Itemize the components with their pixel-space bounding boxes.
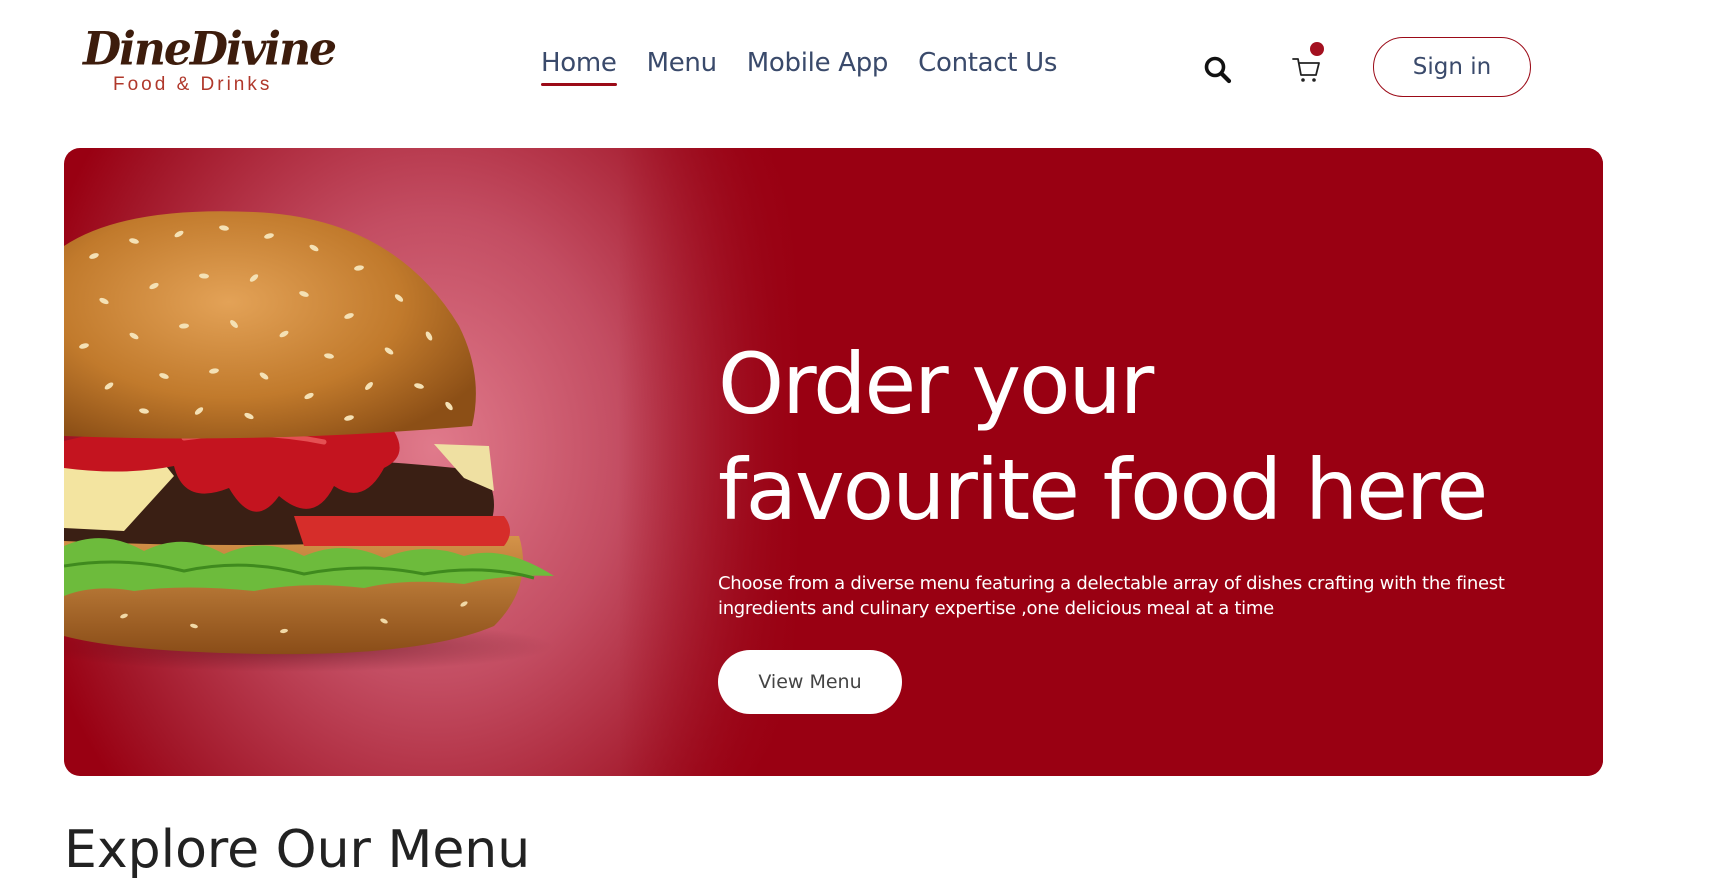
hero-title-line-2: favourite food here xyxy=(718,441,1488,539)
hero-description: Choose from a diverse menu featuring a d… xyxy=(718,571,1518,621)
hero-description-line-2: ingredients and culinary expertise ,one … xyxy=(718,598,1274,619)
sign-in-button[interactable]: Sign in xyxy=(1373,37,1531,97)
cart-icon[interactable] xyxy=(1289,50,1327,88)
nav-item-contact-us[interactable]: Contact Us xyxy=(918,48,1057,84)
search-icon[interactable] xyxy=(1203,55,1233,85)
brand-logo[interactable]: DineDivine Food & Drinks xyxy=(83,22,337,95)
nav-item-home[interactable]: Home xyxy=(541,48,617,86)
explore-menu-heading: Explore Our Menu xyxy=(64,820,531,880)
main-nav: Home Menu Mobile App Contact Us xyxy=(541,48,1057,86)
hero-title-line-1: Order your xyxy=(718,335,1154,433)
hero-description-line-1: Choose from a diverse menu featuring a d… xyxy=(718,573,1505,594)
nav-item-mobile-app[interactable]: Mobile App xyxy=(747,48,889,84)
burger-image xyxy=(64,211,554,672)
hero-banner: Order your favourite food here Choose fr… xyxy=(64,148,1603,776)
hero-title: Order your favourite food here xyxy=(718,331,1568,543)
nav-item-menu[interactable]: Menu xyxy=(647,48,717,84)
brand-name: DineDivine xyxy=(83,22,337,77)
view-menu-button[interactable]: View Menu xyxy=(718,650,902,714)
brand-tagline: Food & Drinks xyxy=(113,74,273,95)
cart-badge xyxy=(1310,42,1324,56)
